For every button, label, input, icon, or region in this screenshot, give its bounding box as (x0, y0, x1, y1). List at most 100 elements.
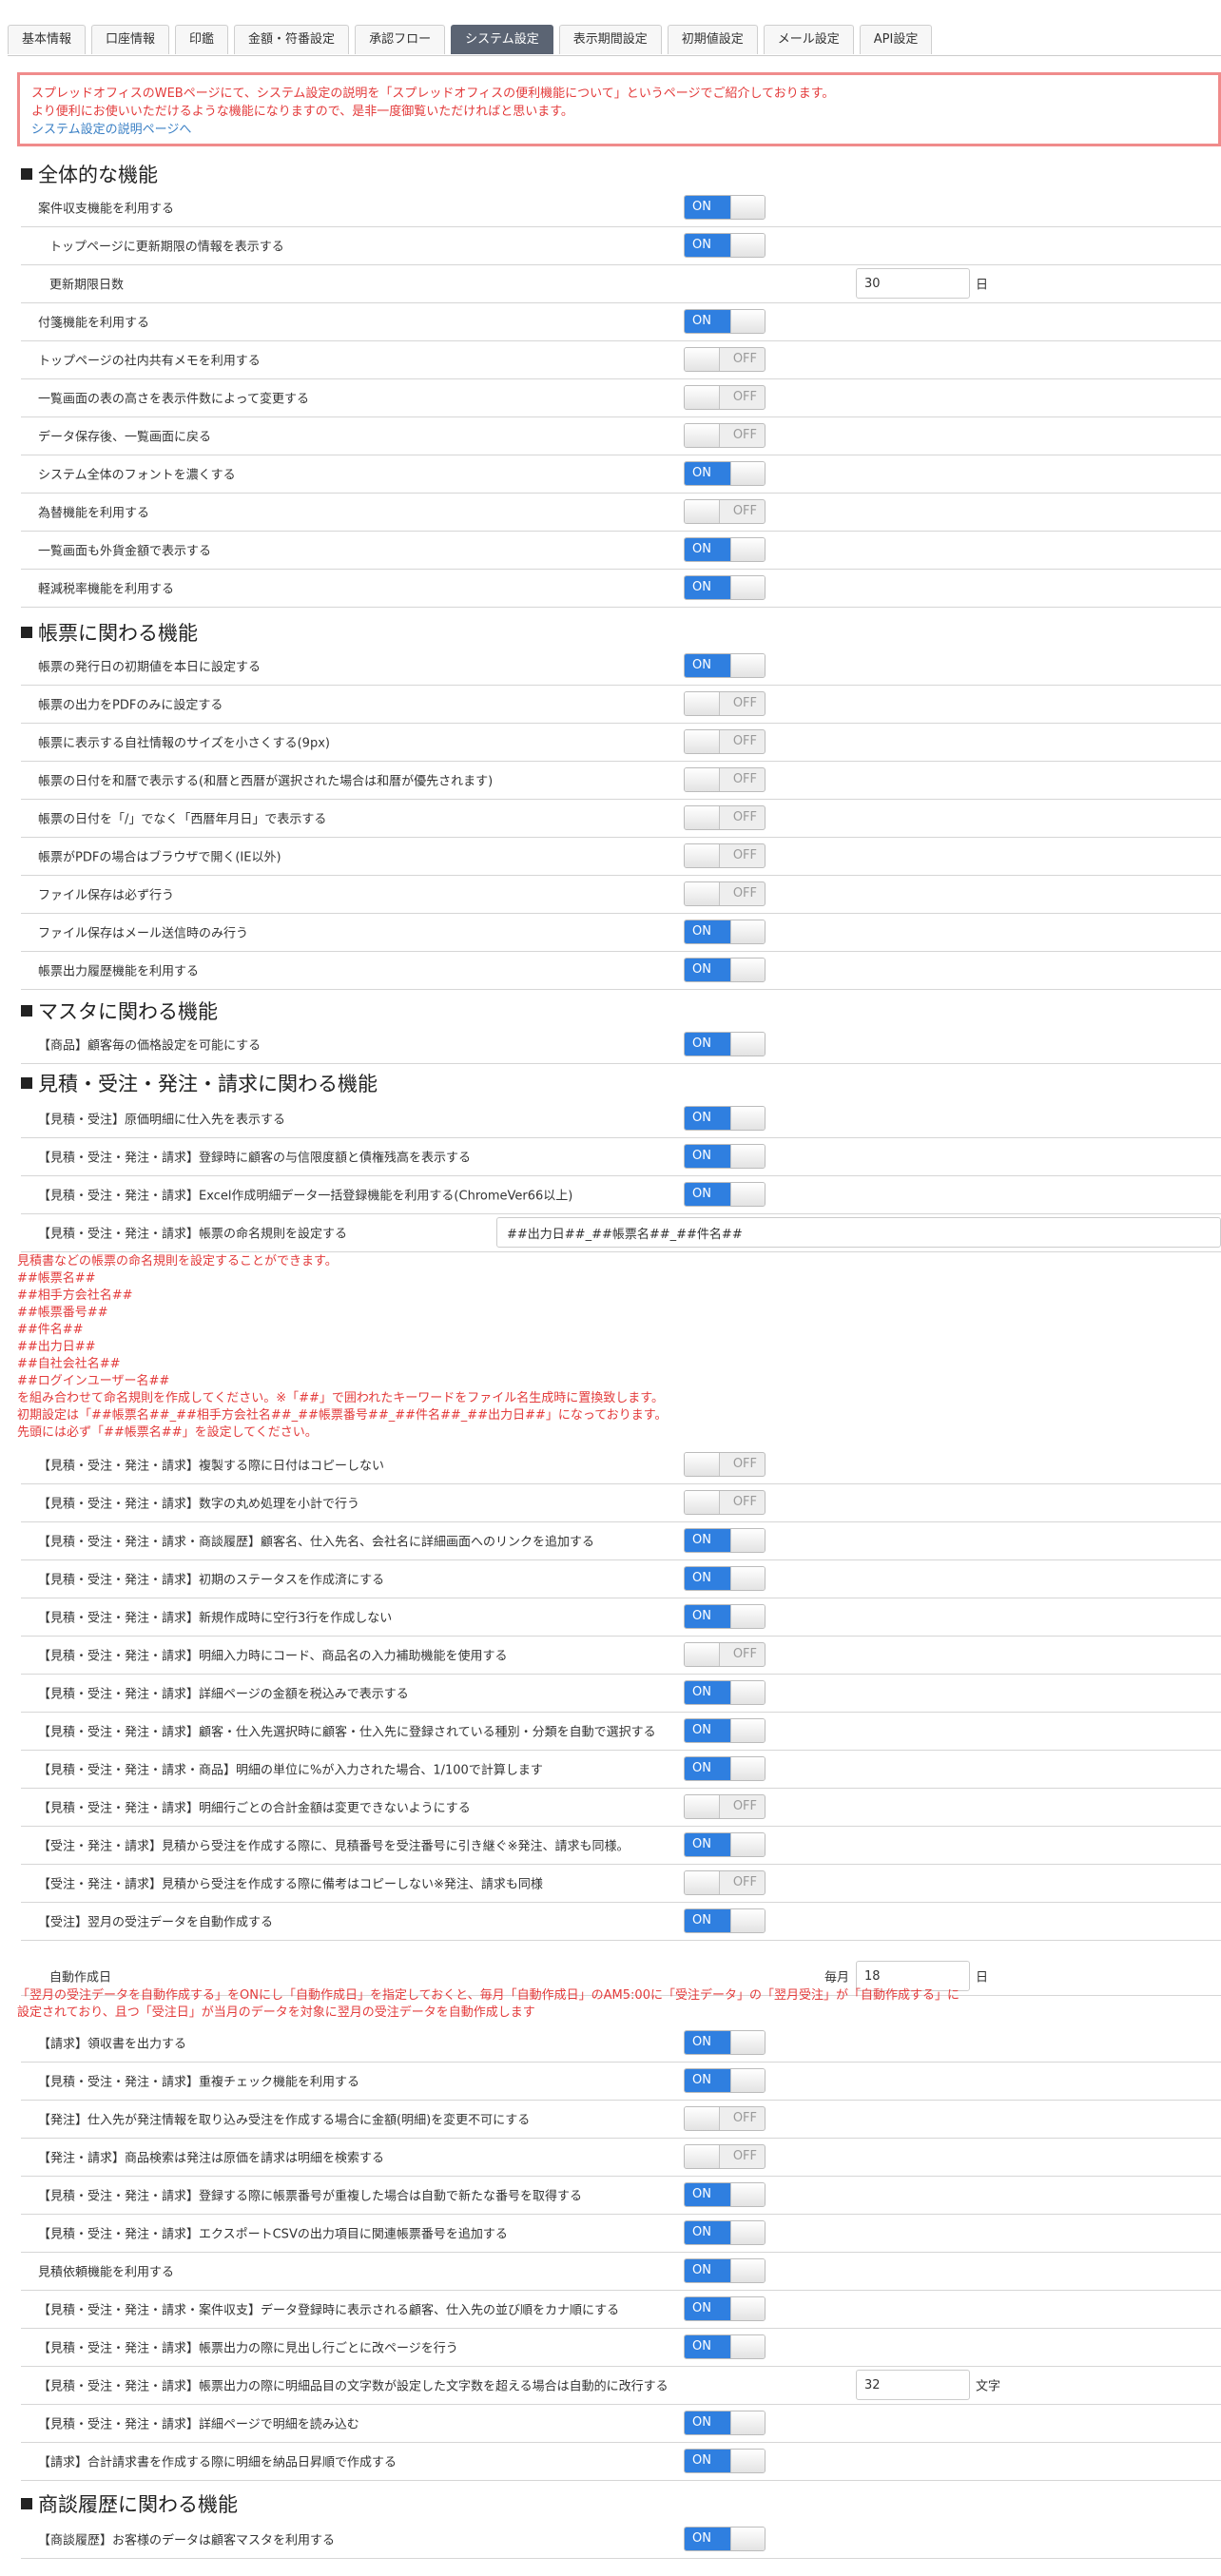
toggle-knob[interactable] (730, 1833, 765, 1856)
toggle-switch-51[interactable]: ONOFF (684, 2527, 766, 2551)
naming-rule-input[interactable] (496, 1217, 1221, 1248)
toggle-knob[interactable] (730, 1605, 765, 1628)
toggle-switch-3[interactable]: ONOFF (684, 309, 766, 334)
toggle-switch-20[interactable]: ONOFF (684, 1032, 766, 1056)
toggle-switch-39[interactable]: ONOFF (684, 2030, 766, 2055)
toggle-switch-11[interactable]: ONOFF (684, 653, 766, 678)
toggle-switch-44[interactable]: ONOFF (684, 2220, 766, 2245)
tab-9[interactable]: API設定 (859, 25, 933, 54)
toggle-switch-15[interactable]: ONOFF (684, 805, 766, 830)
toggle-knob[interactable] (730, 1033, 765, 1056)
toggle-knob[interactable] (685, 692, 720, 715)
toggle-switch-26[interactable]: ONOFF (684, 1490, 766, 1515)
toggle-knob[interactable] (730, 2069, 765, 2092)
toggle-knob[interactable] (730, 920, 765, 943)
toggle-switch-43[interactable]: ONOFF (684, 2182, 766, 2207)
toggle-knob[interactable] (685, 1453, 720, 1476)
toggle-knob[interactable] (730, 1107, 765, 1130)
toggle-knob[interactable] (685, 386, 720, 409)
toggle-knob[interactable] (730, 959, 765, 981)
tab-5[interactable]: システム設定 (451, 25, 553, 54)
toggle-knob[interactable] (730, 654, 765, 677)
toggle-knob[interactable] (685, 1795, 720, 1818)
toggle-knob[interactable] (685, 1871, 720, 1894)
toggle-switch-16[interactable]: ONOFF (684, 843, 766, 868)
toggle-knob[interactable] (730, 1183, 765, 1206)
tab-4[interactable]: 承認フロー (355, 25, 446, 54)
number-input-48[interactable] (856, 2370, 970, 2400)
toggle-switch-12[interactable]: ONOFF (684, 691, 766, 716)
toggle-switch-45[interactable]: ONOFF (684, 2258, 766, 2283)
toggle-switch-1[interactable]: ONOFF (684, 233, 766, 258)
toggle-switch-49[interactable]: ONOFF (684, 2411, 766, 2435)
toggle-switch-4[interactable]: ONOFF (684, 347, 766, 372)
tab-6[interactable]: 表示期間設定 (558, 25, 662, 54)
toggle-knob[interactable] (730, 538, 765, 561)
toggle-switch-30[interactable]: ONOFF (684, 1642, 766, 1667)
tab-0[interactable]: 基本情報 (8, 25, 87, 54)
toggle-knob[interactable] (685, 2145, 720, 2168)
toggle-switch-22[interactable]: ONOFF (684, 1144, 766, 1169)
toggle-switch-14[interactable]: ONOFF (684, 767, 766, 792)
toggle-knob[interactable] (730, 1567, 765, 1590)
tab-3[interactable]: 金額・符番設定 (234, 25, 350, 54)
toggle-switch-31[interactable]: ONOFF (684, 1680, 766, 1705)
tab-1[interactable]: 口座情報 (91, 25, 170, 54)
toggle-knob[interactable] (730, 2183, 765, 2206)
toggle-switch-6[interactable]: ONOFF (684, 423, 766, 448)
toggle-knob[interactable] (685, 882, 720, 905)
toggle-switch-13[interactable]: ONOFF (684, 729, 766, 754)
toggle-switch-17[interactable]: ONOFF (684, 881, 766, 906)
toggle-switch-32[interactable]: ONOFF (684, 1718, 766, 1743)
toggle-switch-37[interactable]: ONOFF (684, 1908, 766, 1933)
toggle-knob[interactable] (730, 2528, 765, 2550)
toggle-switch-46[interactable]: ONOFF (684, 2296, 766, 2321)
tab-7[interactable]: 初期値設定 (667, 25, 758, 54)
toggle-knob[interactable] (730, 1529, 765, 1552)
toggle-knob[interactable] (730, 1681, 765, 1704)
toggle-knob[interactable] (730, 2450, 765, 2472)
toggle-switch-8[interactable]: ONOFF (684, 499, 766, 524)
toggle-knob[interactable] (730, 310, 765, 333)
toggle-switch-35[interactable]: ONOFF (684, 1832, 766, 1857)
toggle-switch-40[interactable]: ONOFF (684, 2068, 766, 2093)
toggle-switch-7[interactable]: ONOFF (684, 461, 766, 486)
toggle-knob[interactable] (685, 348, 720, 371)
toggle-switch-21[interactable]: ONOFF (684, 1106, 766, 1131)
toggle-knob[interactable] (685, 1643, 720, 1666)
settings-help-link[interactable]: システム設定の説明ページへ (31, 121, 1207, 139)
toggle-knob[interactable] (730, 1145, 765, 1168)
toggle-switch-0[interactable]: ONOFF (684, 195, 766, 220)
number-input-2[interactable] (856, 268, 970, 299)
toggle-knob[interactable] (685, 2107, 720, 2130)
toggle-knob[interactable] (685, 768, 720, 791)
toggle-knob[interactable] (685, 424, 720, 447)
toggle-switch-23[interactable]: ONOFF (684, 1182, 766, 1207)
toggle-knob[interactable] (730, 196, 765, 219)
toggle-knob[interactable] (730, 2031, 765, 2054)
toggle-switch-34[interactable]: ONOFF (684, 1794, 766, 1819)
toggle-knob[interactable] (730, 2335, 765, 2358)
toggle-switch-41[interactable]: ONOFF (684, 2106, 766, 2131)
toggle-switch-50[interactable]: ONOFF (684, 2449, 766, 2473)
toggle-knob[interactable] (685, 500, 720, 523)
toggle-knob[interactable] (730, 2297, 765, 2320)
toggle-knob[interactable] (685, 844, 720, 867)
toggle-switch-25[interactable]: ONOFF (684, 1452, 766, 1477)
toggle-switch-18[interactable]: ONOFF (684, 920, 766, 944)
toggle-knob[interactable] (730, 2411, 765, 2434)
toggle-switch-19[interactable]: ONOFF (684, 958, 766, 982)
toggle-switch-5[interactable]: ONOFF (684, 385, 766, 410)
toggle-knob[interactable] (730, 1909, 765, 1932)
toggle-switch-42[interactable]: ONOFF (684, 2144, 766, 2169)
toggle-knob[interactable] (730, 462, 765, 485)
tab-2[interactable]: 印鑑 (175, 25, 229, 54)
toggle-knob[interactable] (685, 806, 720, 829)
toggle-knob[interactable] (730, 1757, 765, 1780)
toggle-knob[interactable] (730, 576, 765, 599)
toggle-knob[interactable] (685, 730, 720, 753)
toggle-knob[interactable] (730, 2221, 765, 2244)
toggle-knob[interactable] (685, 1491, 720, 1514)
toggle-knob[interactable] (730, 1719, 765, 1742)
toggle-switch-29[interactable]: ONOFF (684, 1604, 766, 1629)
